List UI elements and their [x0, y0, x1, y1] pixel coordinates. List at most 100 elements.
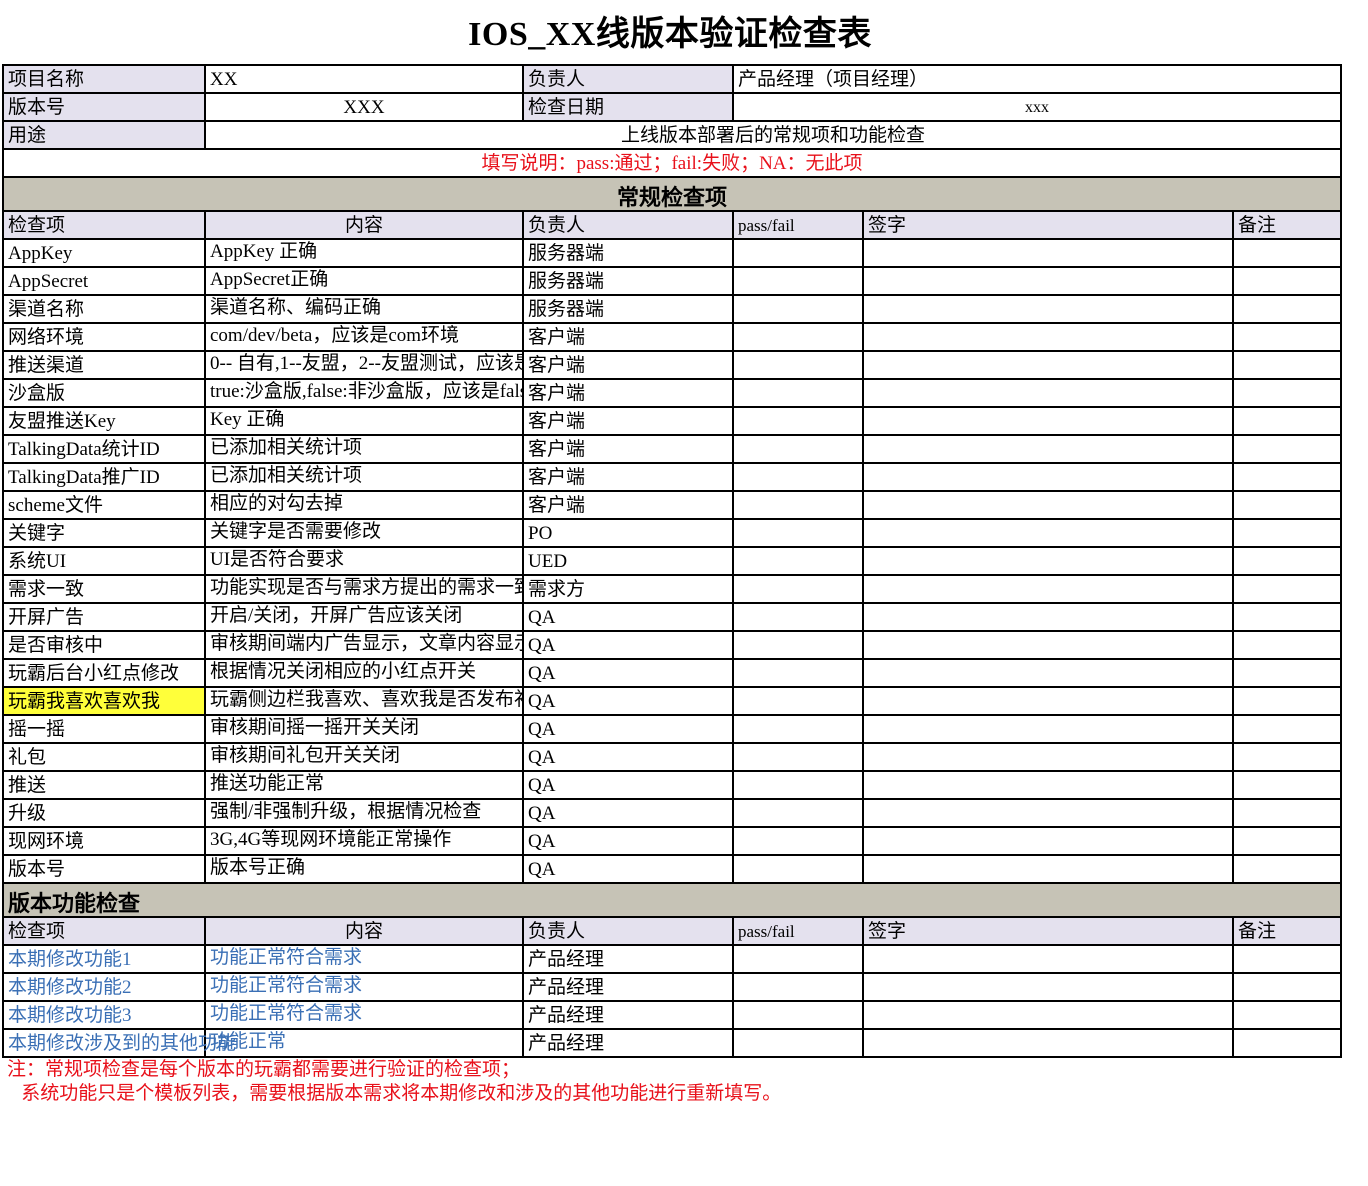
row-remark-cell[interactable] [1231, 826, 1343, 856]
row-remark-cell[interactable] [1231, 1028, 1343, 1058]
row-pass-fail-cell[interactable] [732, 972, 864, 1002]
row-content: 审核期间礼包开关关闭 [204, 742, 524, 772]
row-remark-cell[interactable] [1231, 798, 1343, 828]
row-pass-fail-cell[interactable] [732, 546, 864, 576]
row-sign-cell[interactable] [862, 854, 1234, 884]
row-remark-cell[interactable] [1231, 770, 1343, 800]
row-pass-fail-cell[interactable] [732, 406, 864, 436]
row-sign-cell[interactable] [862, 518, 1234, 548]
row-sign-cell[interactable] [862, 322, 1234, 352]
row-remark-cell[interactable] [1231, 854, 1343, 884]
row-sign-cell[interactable] [862, 350, 1234, 380]
row-pass-fail-cell[interactable] [732, 630, 864, 660]
date-value[interactable]: xxx [731, 92, 1343, 122]
row-remark-cell[interactable] [1231, 518, 1343, 548]
row-item: 玩霸后台小红点修改 [2, 658, 206, 688]
row-pass-fail-cell[interactable] [732, 1000, 864, 1030]
row-pass-fail-cell[interactable] [732, 770, 864, 800]
row-sign-cell[interactable] [862, 1000, 1234, 1030]
row-remark-cell[interactable] [1231, 658, 1343, 688]
row-sign-cell[interactable] [862, 686, 1234, 716]
row-pass-fail-cell[interactable] [732, 266, 864, 296]
purpose-value[interactable]: 上线版本部署后的常规项和功能检查 [203, 120, 1343, 150]
table-row: 摇一摇 审核期间摇一摇开关关闭 QA [2, 714, 1343, 744]
row-pass-fail-cell[interactable] [732, 798, 864, 828]
row-sign-cell[interactable] [862, 406, 1234, 436]
row-sign-cell[interactable] [862, 798, 1234, 828]
row-pass-fail-cell[interactable] [732, 826, 864, 856]
row-sign-cell[interactable] [862, 972, 1234, 1002]
row-owner: 客户端 [522, 462, 734, 492]
row-pass-fail-cell[interactable] [732, 238, 864, 268]
row-pass-fail-cell[interactable] [732, 462, 864, 492]
row-remark-cell[interactable] [1231, 714, 1343, 744]
row-remark-cell[interactable] [1231, 686, 1343, 716]
row-pass-fail-cell[interactable] [732, 714, 864, 744]
row-pass-fail-cell[interactable] [732, 322, 864, 352]
row-sign-cell[interactable] [862, 378, 1234, 408]
table-row: 推送渠道0-- 自有,1--友盟，2--友盟测试，应该是1--友盟客户端 [2, 350, 1343, 380]
row-sign-cell[interactable] [862, 1028, 1234, 1058]
row-remark-cell[interactable] [1231, 630, 1343, 660]
row-remark-cell[interactable] [1231, 238, 1343, 268]
row-remark-cell[interactable] [1231, 944, 1343, 974]
row-pass-fail-cell[interactable] [732, 518, 864, 548]
row-content: 推送功能正常 [204, 770, 524, 800]
row-remark-cell[interactable] [1231, 406, 1343, 436]
row-sign-cell[interactable] [862, 658, 1234, 688]
row-sign-cell[interactable] [862, 574, 1234, 604]
row-sign-cell[interactable] [862, 238, 1234, 268]
row-sign-cell[interactable] [862, 434, 1234, 464]
row-pass-fail-cell[interactable] [732, 854, 864, 884]
row-pass-fail-cell[interactable] [732, 490, 864, 520]
row-pass-fail-cell[interactable] [732, 944, 864, 974]
row-sign-cell[interactable] [862, 294, 1234, 324]
row-remark-cell[interactable] [1231, 350, 1343, 380]
row-pass-fail-cell[interactable] [732, 378, 864, 408]
checklist-table: 项目名称 XX 负责人 产品经理（项目经理） 版本号 XXX 检查日期 xxx … [1, 64, 1343, 1106]
row-remark-cell[interactable] [1231, 1000, 1343, 1030]
row-pass-fail-cell[interactable] [732, 742, 864, 772]
row-remark-cell[interactable] [1231, 742, 1343, 772]
header-content: 内容 [204, 210, 524, 240]
row-sign-cell[interactable] [862, 714, 1234, 744]
section1-title-row: 常规检查项 [1, 176, 1343, 212]
row-pass-fail-cell[interactable] [732, 574, 864, 604]
row-remark-cell[interactable] [1231, 490, 1343, 520]
row-remark-cell[interactable] [1231, 574, 1343, 604]
row-pass-fail-cell[interactable] [732, 602, 864, 632]
row-sign-cell[interactable] [862, 630, 1234, 660]
row-pass-fail-cell[interactable] [732, 294, 864, 324]
row-remark-cell[interactable] [1231, 462, 1343, 492]
row-remark-cell[interactable] [1231, 434, 1343, 464]
row-remark-cell[interactable] [1231, 266, 1343, 296]
row-remark-cell[interactable] [1231, 322, 1343, 352]
table-row: 升级 强制/非强制升级，根据情况检查 QA [2, 798, 1343, 828]
info-row-project: 项目名称 XX 负责人 产品经理（项目经理） [2, 64, 1343, 94]
row-sign-cell[interactable] [862, 266, 1234, 296]
row-item: AppKey [2, 238, 206, 268]
owner-value[interactable]: 产品经理（项目经理） [731, 64, 1343, 94]
row-sign-cell[interactable] [862, 770, 1234, 800]
row-sign-cell[interactable] [862, 826, 1234, 856]
row-remark-cell[interactable] [1231, 294, 1343, 324]
row-sign-cell[interactable] [862, 602, 1234, 632]
row-remark-cell[interactable] [1231, 378, 1343, 408]
row-remark-cell[interactable] [1231, 602, 1343, 632]
row-item: 现网环境 [2, 826, 206, 856]
row-pass-fail-cell[interactable] [732, 350, 864, 380]
row-pass-fail-cell[interactable] [732, 686, 864, 716]
row-sign-cell[interactable] [862, 546, 1234, 576]
row-pass-fail-cell[interactable] [732, 1028, 864, 1058]
project-value[interactable]: XX [204, 64, 524, 94]
row-sign-cell[interactable] [862, 490, 1234, 520]
row-owner: 客户端 [522, 490, 734, 520]
row-sign-cell[interactable] [862, 944, 1234, 974]
row-pass-fail-cell[interactable] [732, 658, 864, 688]
row-sign-cell[interactable] [862, 462, 1234, 492]
row-pass-fail-cell[interactable] [732, 434, 864, 464]
version-value[interactable]: XXX [204, 92, 524, 122]
row-remark-cell[interactable] [1231, 546, 1343, 576]
row-remark-cell[interactable] [1231, 972, 1343, 1002]
row-sign-cell[interactable] [862, 742, 1234, 772]
